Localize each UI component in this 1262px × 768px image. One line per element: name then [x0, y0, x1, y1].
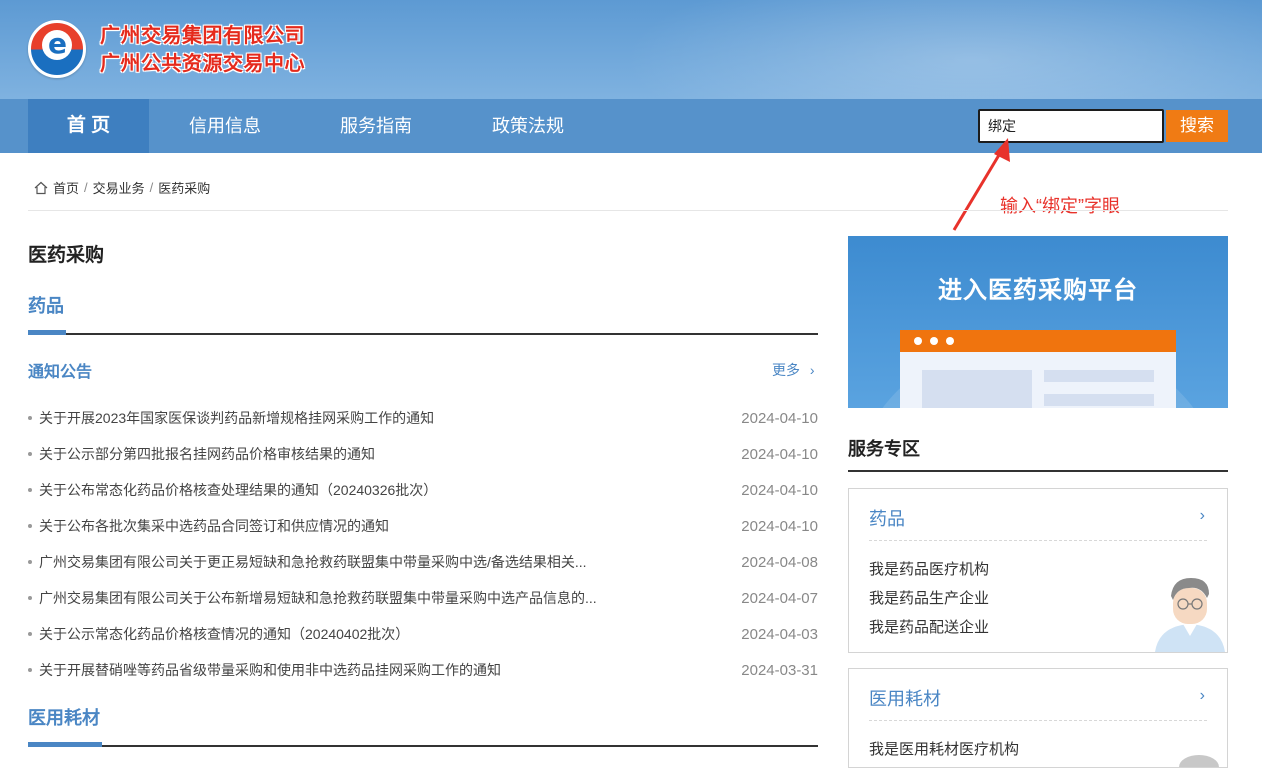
browser-window-icon — [900, 330, 1176, 408]
news-date: 2024-03-31 — [741, 661, 818, 679]
list-item[interactable]: 广州交易集团有限公司关于公布新增易短缺和急抢救药联盟集中带量采购中选产品信息的.… — [28, 580, 818, 616]
nav-item-home[interactable]: 首 页 — [28, 99, 149, 153]
service-card-links: 我是医用耗材医疗机构 — [869, 735, 1019, 764]
service-card-header[interactable]: 医用耗材 › — [869, 685, 1207, 721]
service-link[interactable]: 我是药品生产企业 — [869, 584, 989, 613]
news-date: 2024-04-10 — [741, 517, 818, 535]
annotation-arrow-icon — [952, 138, 1010, 231]
category-accent — [28, 330, 66, 335]
service-zone-divider — [848, 470, 1228, 472]
e-logo-icon[interactable] — [28, 20, 86, 78]
more-link[interactable]: 更多 › — [772, 360, 815, 380]
org-name[interactable]: 广州交易集团有限公司 广州公共资源交易中心 — [100, 22, 305, 78]
breadcrumb-divider — [28, 210, 1228, 211]
news-title[interactable]: 关于公布常态化药品价格核查处理结果的通知（20240326批次） — [28, 480, 437, 500]
site-header: 广州交易集团有限公司 广州公共资源交易中心 — [0, 0, 1262, 99]
breadcrumb-current: 医药采购 — [158, 181, 211, 196]
list-item[interactable]: 广州交易集团有限公司关于更正易短缺和急抢救药联盟集中带量采购中选/备选结果相关.… — [28, 544, 818, 580]
banner-title: 进入医药采购平台 — [938, 277, 1138, 304]
news-title[interactable]: 广州交易集团有限公司关于更正易短缺和急抢救药联盟集中带量采购中选/备选结果相关.… — [28, 552, 587, 572]
news-list: 关于开展2023年国家医保谈判药品新增规格挂网采购工作的通知 2024-04-10… — [28, 400, 818, 688]
news-date: 2024-04-03 — [741, 625, 818, 643]
service-link[interactable]: 我是药品配送企业 — [869, 613, 989, 642]
org-name-line1: 广州交易集团有限公司 — [100, 25, 305, 47]
service-card-consumables: 医用耗材 › 我是医用耗材医疗机构 — [848, 668, 1228, 768]
nav-item-policy[interactable]: 政策法规 — [468, 99, 588, 153]
page-title: 医药采购 — [28, 245, 105, 266]
category-accent — [28, 742, 102, 747]
service-card-name: 医用耗材 — [869, 689, 941, 709]
news-title[interactable]: 关于公示部分第四批报名挂网药品价格审核结果的通知 — [28, 444, 375, 464]
list-item[interactable]: 关于公布常态化药品价格核查处理结果的通知（20240326批次） 2024-04-… — [28, 472, 818, 508]
breadcrumb-home[interactable]: 首页 — [53, 178, 79, 197]
nav-item-service-guide[interactable]: 服务指南 — [316, 99, 436, 153]
doctor-figure-icon — [1155, 578, 1225, 652]
notice-section-title: 通知公告 — [28, 364, 93, 381]
news-date: 2024-04-10 — [741, 481, 818, 499]
news-date: 2024-04-08 — [741, 553, 818, 571]
staff-figure-icon — [1179, 755, 1219, 767]
service-zone-title: 服务专区 — [848, 439, 920, 459]
breadcrumb-trading[interactable]: 交易业务 — [93, 178, 145, 197]
category-divider — [28, 745, 818, 747]
news-title[interactable]: 广州交易集团有限公司关于公布新增易短缺和急抢救药联盟集中带量采购中选产品信息的.… — [28, 588, 597, 608]
breadcrumb-separator: / — [149, 180, 154, 195]
breadcrumb-separator: / — [84, 180, 88, 195]
list-item[interactable]: 关于公示部分第四批报名挂网药品价格审核结果的通知 2024-04-10 — [28, 436, 818, 472]
search-button[interactable]: 搜索 — [1166, 110, 1228, 142]
news-date: 2024-04-10 — [741, 445, 818, 463]
news-title[interactable]: 关于开展替硝唑等药品省级带量采购和使用非中选药品挂网采购工作的通知 — [28, 660, 501, 680]
category-divider — [28, 333, 818, 335]
service-card-drugs: 药品 › 我是药品医疗机构 我是药品生产企业 我是药品配送企业 — [848, 488, 1228, 653]
more-link-label: 更多 — [772, 362, 800, 378]
news-date: 2024-04-07 — [741, 589, 818, 607]
procurement-platform-banner[interactable]: 进入医药采购平台 — [848, 236, 1228, 408]
service-card-name: 药品 — [869, 509, 905, 529]
header-glow — [622, 0, 1262, 99]
service-link[interactable]: 我是药品医疗机构 — [869, 555, 989, 584]
list-item[interactable]: 关于开展2023年国家医保谈判药品新增规格挂网采购工作的通知 2024-04-10 — [28, 400, 818, 436]
chevron-right-icon: › — [1199, 507, 1205, 524]
org-name-line2: 广州公共资源交易中心 — [100, 53, 305, 75]
list-item[interactable]: 关于公示常态化药品价格核查情况的通知（20240402批次） 2024-04-03 — [28, 616, 818, 652]
annotation-text: 输入“绑定”字眼 — [1000, 196, 1120, 216]
news-title[interactable]: 关于开展2023年国家医保谈判药品新增规格挂网采购工作的通知 — [28, 408, 434, 428]
nav-item-credit-info[interactable]: 信用信息 — [165, 99, 285, 153]
category-tab-consumables[interactable]: 医用耗材 — [28, 704, 100, 730]
news-date: 2024-04-10 — [741, 409, 818, 427]
category-tab-drugs[interactable]: 药品 — [28, 292, 64, 318]
service-card-links: 我是药品医疗机构 我是药品生产企业 我是药品配送企业 — [869, 555, 989, 642]
service-card-header[interactable]: 药品 › — [869, 505, 1207, 541]
list-item[interactable]: 关于公布各批次集采中选药品合同签订和供应情况的通知 2024-04-10 — [28, 508, 818, 544]
home-icon — [34, 181, 48, 194]
news-title[interactable]: 关于公布各批次集采中选药品合同签订和供应情况的通知 — [28, 516, 389, 536]
chevron-right-icon: › — [1199, 687, 1205, 704]
breadcrumb: 首页 / 交易业务 / 医药采购 — [34, 178, 210, 197]
chevron-right-icon: › — [809, 362, 815, 378]
service-link[interactable]: 我是医用耗材医疗机构 — [869, 735, 1019, 764]
list-item[interactable]: 关于开展替硝唑等药品省级带量采购和使用非中选药品挂网采购工作的通知 2024-03… — [28, 652, 818, 688]
news-title[interactable]: 关于公示常态化药品价格核查情况的通知（20240402批次） — [28, 624, 409, 644]
